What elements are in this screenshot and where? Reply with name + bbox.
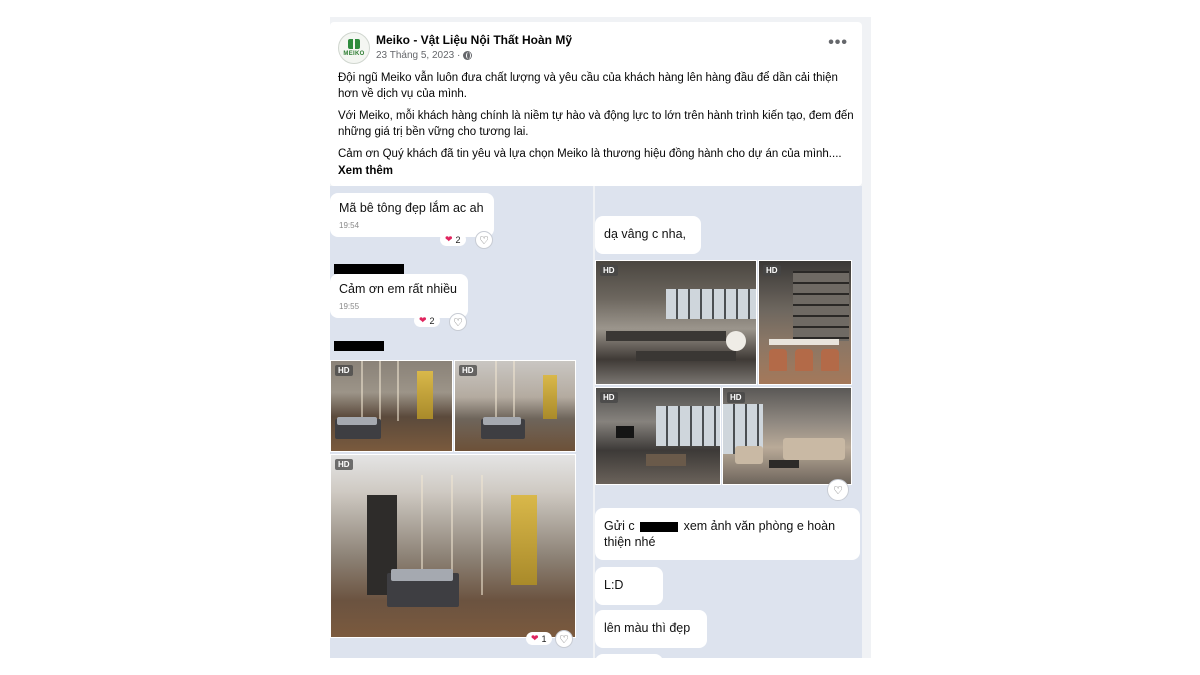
hd-badge: HD [335, 459, 353, 470]
message-text: Cảm ơn em rất nhiều [339, 282, 457, 296]
post-paragraph-3: Cảm ơn Quý khách đã tin yêu và lựa chọn … [338, 148, 842, 160]
office-photo-3[interactable]: HD [595, 387, 721, 485]
chat-bubble-right-5 [595, 654, 663, 658]
heart-react-button[interactable]: ♡ [449, 313, 467, 331]
message-time: 19:54 [339, 221, 360, 230]
bedroom-photo-2[interactable]: HD [454, 360, 576, 452]
see-more-link[interactable]: Xem thêm [338, 163, 854, 179]
redacted-name [334, 341, 384, 351]
reaction-badge[interactable]: ❤ 1 [526, 632, 552, 645]
hd-badge: HD [727, 392, 745, 403]
avatar-logo-text: MEIKO [343, 51, 365, 57]
heart-icon: ❤ [419, 315, 427, 325]
page-name[interactable]: Meiko - Vật Liệu Nội Thất Hoàn Mỹ [376, 33, 572, 47]
bedroom-photo-3[interactable]: HD [330, 454, 576, 638]
office-photo-1[interactable]: HD [595, 260, 757, 385]
heart-icon: ❤ [531, 633, 539, 643]
chat-screenshot-left: Mã bê tông đẹp lắm ac ah 19:54 ❤ 2 ♡ Cảm… [330, 186, 593, 658]
office-photo-4[interactable]: HD [722, 387, 852, 485]
hd-badge: HD [335, 365, 353, 376]
heart-react-button[interactable]: ♡ [827, 479, 849, 501]
reaction-count: 2 [455, 234, 461, 245]
chat-bubble-right-4: lên màu thì đẹp [595, 610, 707, 648]
chat-bubble-right-3: L:D [595, 567, 663, 605]
heart-react-button[interactable]: ♡ [475, 231, 493, 249]
chat-screenshot-right: dạ vâng c nha, HD HD HD HD ♡ Gửi c xem ả… [595, 186, 862, 658]
message-text: Mã bê tông đẹp lắm ac ah [339, 201, 484, 215]
redacted-name [334, 264, 404, 274]
post-date[interactable]: 23 Tháng 5, 2023 · [376, 50, 460, 61]
chat-bubble-right-2: Gửi c xem ảnh văn phòng e hoàn thiện nhé [595, 508, 860, 560]
hd-badge: HD [600, 392, 618, 403]
page-avatar[interactable]: MEIKO [338, 32, 370, 64]
message-text: dạ vâng c nha, [604, 227, 687, 241]
message-text: L:D [604, 578, 624, 592]
more-options-button[interactable]: ••• [828, 34, 848, 52]
reaction-count: 1 [541, 633, 547, 644]
message-text-end: xem ảnh văn phòng e hoàn thiện nhé [604, 519, 836, 549]
reaction-badge[interactable]: ❤ 2 [414, 314, 440, 327]
heart-icon: ❤ [445, 234, 453, 244]
reaction-count: 2 [429, 315, 435, 326]
hd-badge: HD [459, 365, 477, 376]
post-meta: 23 Tháng 5, 2023 · [376, 50, 473, 61]
message-text-start: Gửi c [604, 519, 635, 533]
chat-bubble-right-1: dạ vâng c nha, [595, 216, 701, 254]
screenshot-stage: MEIKO Meiko - Vật Liệu Nội Thất Hoàn Mỹ … [0, 0, 1200, 675]
office-photo-2[interactable]: HD [758, 260, 852, 385]
bedroom-photo-1[interactable]: HD [330, 360, 453, 452]
meiko-logo-icon [348, 35, 360, 49]
post-paragraph-1: Đội ngũ Meiko vẫn luôn đưa chất lượng và… [338, 72, 838, 100]
facebook-post-card: MEIKO Meiko - Vật Liệu Nội Thất Hoàn Mỹ … [330, 22, 862, 186]
redacted-name [640, 521, 679, 532]
post-paragraph-2: Với Meiko, mỗi khách hàng chính là niềm … [338, 110, 854, 138]
globe-icon [463, 51, 473, 60]
hd-badge: HD [763, 265, 781, 276]
hd-badge: HD [600, 265, 618, 276]
chat-bubble-left-2: Cảm ơn em rất nhiều 19:55 [330, 274, 468, 318]
chat-bubble-left-1: Mã bê tông đẹp lắm ac ah 19:54 [330, 193, 494, 237]
reaction-badge[interactable]: ❤ 2 [440, 233, 466, 246]
message-text: lên màu thì đẹp [604, 621, 691, 635]
heart-react-button[interactable]: ♡ [555, 630, 573, 648]
message-time: 19:55 [339, 302, 360, 311]
post-text: Đội ngũ Meiko vẫn luôn đưa chất lượng và… [338, 70, 854, 179]
